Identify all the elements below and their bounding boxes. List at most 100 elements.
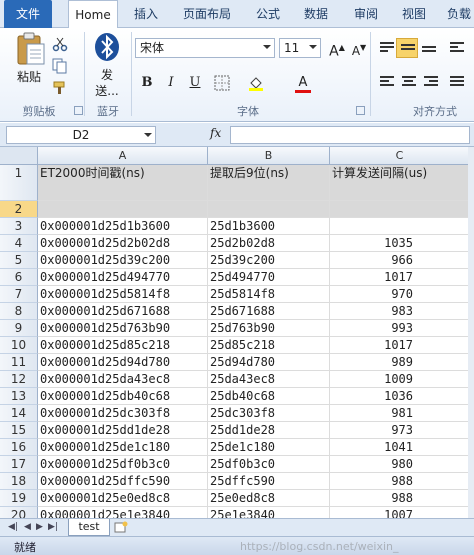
cell-b[interactable]: 25da43ec8	[208, 371, 330, 388]
cell-c[interactable]: 1017	[330, 269, 468, 286]
cell-a[interactable]: 0x000001d25d5814f8	[38, 286, 208, 303]
row-header[interactable]: 6	[0, 269, 38, 286]
bluetooth-send-button[interactable]: 发 送...	[86, 30, 128, 100]
cell-c[interactable]: 988	[330, 490, 468, 507]
cell-a[interactable]: 0x000001d25df0b3c0	[38, 456, 208, 473]
cell-b[interactable]: 25d2b02d8	[208, 235, 330, 252]
cell-c[interactable]: 1041	[330, 439, 468, 456]
row-header[interactable]: 17	[0, 456, 38, 473]
cell-c[interactable]: 1017	[330, 337, 468, 354]
grow-font-button[interactable]: A▲	[326, 37, 348, 60]
row-header[interactable]: 1	[0, 165, 38, 201]
align-right-button[interactable]	[420, 72, 442, 92]
cell-b[interactable]: 25d39c200	[208, 252, 330, 269]
cell-b[interactable]	[208, 201, 330, 218]
row-header[interactable]: 3	[0, 218, 38, 235]
cell-a[interactable]: 0x000001d25d494770	[38, 269, 208, 286]
bold-button[interactable]: B	[136, 72, 158, 94]
cell-b[interactable]: 25de1c180	[208, 439, 330, 456]
cell-a[interactable]: 0x000001d25d85c218	[38, 337, 208, 354]
first-sheet-icon[interactable]: ◀|	[8, 522, 18, 532]
tab-review[interactable]: 审阅	[346, 0, 386, 28]
cell-a[interactable]: 0x000001d25d2b02d8	[38, 235, 208, 252]
cell-b[interactable]: 25d5814f8	[208, 286, 330, 303]
cell-a[interactable]: 0x000001d25dffc590	[38, 473, 208, 490]
row-header[interactable]: 16	[0, 439, 38, 456]
cell-b[interactable]: 25dc303f8	[208, 405, 330, 422]
cell-a[interactable]: 0x000001d25d671688	[38, 303, 208, 320]
align-center-button[interactable]	[398, 72, 420, 92]
cell-b[interactable]: 25d763b90	[208, 320, 330, 337]
column-header-c[interactable]: C	[330, 147, 468, 165]
copy-icon[interactable]	[52, 58, 68, 74]
font-name-select[interactable]: 宋体	[135, 38, 275, 58]
last-sheet-icon[interactable]: ▶|	[48, 522, 58, 532]
row-header[interactable]: 8	[0, 303, 38, 320]
row-header[interactable]: 18	[0, 473, 38, 490]
cell-a[interactable]: 0x000001d25dd1de28	[38, 422, 208, 439]
cell-c[interactable]: 1009	[330, 371, 468, 388]
cell-c[interactable]: 970	[330, 286, 468, 303]
prev-sheet-icon[interactable]: ◀	[24, 522, 31, 532]
align-middle-button[interactable]	[396, 38, 418, 58]
cell-b[interactable]: 25d494770	[208, 269, 330, 286]
insert-function-button[interactable]: fx	[210, 126, 221, 140]
cell-a[interactable]: 0x000001d25e1e3840	[38, 507, 208, 518]
row-header[interactable]: 13	[0, 388, 38, 405]
cell-c[interactable]: 980	[330, 456, 468, 473]
fill-color-icon[interactable]	[248, 75, 264, 91]
row-header[interactable]: 20	[0, 507, 38, 518]
cell-b[interactable]: 25d671688	[208, 303, 330, 320]
row-header[interactable]: 4	[0, 235, 38, 252]
select-all-corner[interactable]	[0, 147, 38, 165]
tab-view[interactable]: 视图	[394, 0, 434, 28]
paste-button[interactable]: 粘贴	[8, 30, 52, 100]
row-header[interactable]: 5	[0, 252, 38, 269]
cell-a[interactable]: 0x000001d25db40c68	[38, 388, 208, 405]
cell-c[interactable]: 计算发送间隔(us)	[330, 165, 468, 201]
cell-b[interactable]: 25e1e3840	[208, 507, 330, 518]
cell-c[interactable]: 983	[330, 303, 468, 320]
cell-c[interactable]: 973	[330, 422, 468, 439]
italic-button[interactable]: I	[160, 72, 182, 94]
wrap-text-button[interactable]	[446, 38, 468, 58]
cell-b[interactable]: 25dffc590	[208, 473, 330, 490]
row-header[interactable]: 14	[0, 405, 38, 422]
cell-c[interactable]: 981	[330, 405, 468, 422]
vertical-scrollbar[interactable]	[468, 147, 474, 518]
underline-button[interactable]: U	[184, 72, 206, 94]
tab-insert[interactable]: 插入	[126, 0, 166, 28]
cell-c[interactable]: 1036	[330, 388, 468, 405]
cell-a[interactable]: 0x000001d25d39c200	[38, 252, 208, 269]
cell-c[interactable]	[330, 201, 468, 218]
cell-c[interactable]: 989	[330, 354, 468, 371]
cell-a[interactable]: 0x000001d25de1c180	[38, 439, 208, 456]
formula-input[interactable]	[230, 126, 470, 144]
cell-b[interactable]: 25e0ed8c8	[208, 490, 330, 507]
shrink-font-button[interactable]: A▼	[348, 37, 370, 59]
tab-load[interactable]: 负载	[444, 0, 474, 28]
row-header[interactable]: 15	[0, 422, 38, 439]
cell-a[interactable]: 0x000001d25d94d780	[38, 354, 208, 371]
merge-center-button[interactable]	[446, 72, 468, 92]
cell-c[interactable]: 966	[330, 252, 468, 269]
row-header[interactable]: 12	[0, 371, 38, 388]
tab-file[interactable]: 文件	[4, 0, 52, 28]
row-header[interactable]: 2	[0, 201, 38, 218]
borders-icon[interactable]	[214, 75, 230, 91]
cell-c[interactable]: 993	[330, 320, 468, 337]
row-header[interactable]: 7	[0, 286, 38, 303]
cell-a[interactable]: 0x000001d25dc303f8	[38, 405, 208, 422]
cut-icon[interactable]	[52, 36, 68, 52]
cell-b[interactable]: 25d1b3600	[208, 218, 330, 235]
cell-b[interactable]: 25df0b3c0	[208, 456, 330, 473]
next-sheet-icon[interactable]: ▶	[36, 522, 43, 532]
tab-page-layout[interactable]: 页面布局	[176, 0, 238, 28]
cell-a[interactable]	[38, 201, 208, 218]
row-header[interactable]: 19	[0, 490, 38, 507]
font-launcher[interactable]	[356, 106, 365, 115]
cell-c[interactable]: 1007	[330, 507, 468, 518]
cell-c[interactable]	[330, 218, 468, 235]
cell-b[interactable]: 25d94d780	[208, 354, 330, 371]
row-header[interactable]: 9	[0, 320, 38, 337]
